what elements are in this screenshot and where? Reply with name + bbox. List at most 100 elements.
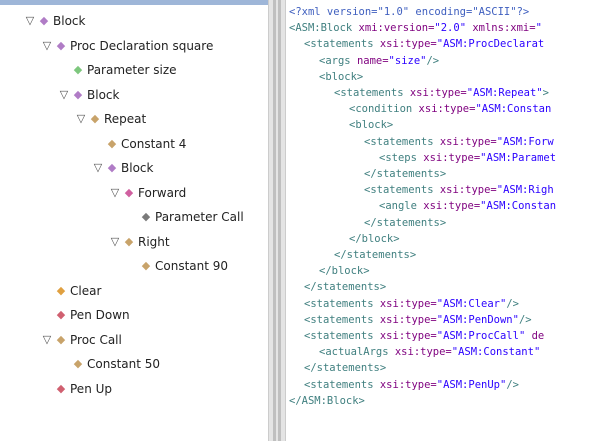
node-diamond-icon: ◆	[124, 185, 134, 199]
xml-token-attr: xsi:type=	[418, 103, 476, 116]
xml-token-val: "ASM:ProcCall"	[436, 330, 526, 342]
expand-toggle-icon[interactable]: ▽	[109, 231, 121, 253]
xml-token-attr: xsi:type=	[379, 297, 437, 310]
tree-node-parameter-size[interactable]: ◆ Parameter size	[0, 59, 268, 81]
tree-node-right[interactable]: ▽ ◆ Right	[0, 231, 268, 253]
xml-line: </statements>	[364, 166, 446, 182]
xml-token-tag: <steps	[379, 151, 424, 164]
xml-line: <angle xsi:type="ASM:Constan	[379, 198, 556, 214]
tree-node-label: Pen Up	[70, 381, 113, 396]
xml-token-val: "ASM:PenUp"	[436, 378, 507, 391]
xml-token-val: "size"	[388, 54, 427, 67]
tree-node-label: Proc Declaration square	[70, 38, 214, 53]
expand-toggle-icon[interactable]: ▽	[41, 329, 53, 351]
tree-node-label: Parameter Call	[155, 210, 244, 224]
tree-node-label: Pen Down	[70, 308, 130, 322]
xml-token-attr: name=	[356, 54, 389, 67]
xml-line: <?xml version="1.0" encoding="ASCII"?>	[289, 4, 529, 20]
xml-line: <actualArgs xsi:type="ASM:Constant"	[319, 344, 540, 360]
tree-node-label: Repeat	[104, 112, 147, 126]
xml-token-tag: <angle	[379, 200, 424, 213]
tree-node-pen-up[interactable]: ◆ Pen Up	[0, 378, 268, 400]
xml-token-tag: </statements>	[304, 281, 387, 294]
xml-line: <statements xsi:type="ASM:Forw	[364, 134, 554, 150]
xml-line: </statements>	[364, 215, 446, 231]
expand-toggle-icon[interactable]: ▽	[24, 10, 36, 32]
xml-token-val: "ASM:Repeat"	[466, 87, 543, 99]
xml-token-tag: <args	[319, 54, 357, 67]
tree-node-block[interactable]: ▽ ◆ Block	[0, 10, 268, 32]
tree-node-pen-down[interactable]: ◆ Pen Down	[0, 304, 268, 326]
xml-token-tag: </statements>	[364, 216, 447, 229]
tree-node-forward[interactable]: ▽ ◆ Forward	[0, 182, 268, 204]
xml-token-tag: <actualArgs	[319, 346, 395, 359]
xml-token-tag: </statements>	[334, 249, 417, 261]
tree-node-repeat[interactable]: ▽ ◆ Repeat	[0, 108, 268, 130]
xml-token-attr: xsi:type=	[379, 313, 437, 326]
xml-token-pi: <?xml version="1.0" encoding="ASCII"?>	[289, 6, 530, 18]
xml-token-tag: <statements	[304, 313, 380, 326]
xml-line: <statements xsi:type="ASM:Repeat">	[334, 85, 549, 101]
tree-node-constant-90[interactable]: ◆ Constant 90	[0, 255, 268, 277]
node-diamond-icon: ◆	[141, 210, 151, 223]
xml-token-attr: de	[525, 330, 545, 342]
xml-token-attr: xsi:type=	[423, 200, 481, 213]
xml-token-attr: xsi:type=	[379, 378, 437, 391]
node-diamond-icon: ◆	[56, 283, 66, 297]
node-diamond-icon: ◆	[56, 381, 66, 395]
xml-line: <steps xsi:type="ASM:Paramet	[379, 150, 556, 166]
xml-token-tag: </statements>	[364, 168, 447, 180]
tree-node-constant-4[interactable]: ◆ Constant 4	[0, 133, 268, 155]
expand-toggle-icon[interactable]: ▽	[41, 35, 53, 57]
xml-token-val: "2.0"	[434, 22, 467, 35]
expand-toggle-icon[interactable]: ▽	[92, 157, 104, 179]
xml-token-tag: <statements	[304, 330, 380, 342]
node-diamond-icon: ◆	[107, 161, 117, 174]
expand-toggle-icon[interactable]: ▽	[75, 108, 87, 130]
tree-node-block[interactable]: ▽ ◆ Block	[0, 84, 268, 106]
xml-token-attr: xsi:type=	[439, 184, 497, 197]
xml-source-pane[interactable]: <?xml version="1.0" encoding="ASCII"?> <A…	[286, 0, 610, 441]
xml-token-tag: </block>	[319, 265, 370, 278]
xml-line: <statements xsi:type="ASM:ProcCall" de	[304, 328, 544, 344]
node-diamond-icon: ◆	[73, 63, 83, 76]
tree-node-label: Forward	[138, 185, 187, 200]
tree-node-proc-call[interactable]: ▽ ◆ Proc Call	[0, 329, 268, 351]
tree-node-clear[interactable]: ◆ Clear	[0, 280, 268, 302]
xml-token-attr: xsi:type=	[379, 330, 437, 342]
xml-token-val: "ASM:Clear"	[436, 297, 507, 310]
xml-token-attr: xmlns:xmi=	[466, 22, 536, 35]
tree-node-label: Clear	[70, 283, 102, 298]
pane-divider[interactable]	[268, 0, 286, 441]
divider-grip	[273, 0, 276, 441]
tree-node-constant-50[interactable]: ◆ Constant 50	[0, 353, 268, 375]
tree-node-proc-declaration-square[interactable]: ▽ ◆ Proc Declaration square	[0, 35, 268, 57]
node-diamond-icon: ◆	[107, 136, 117, 150]
xml-token-tag: </block>	[349, 232, 400, 245]
xml-token-attr: xmi:version=	[358, 22, 435, 35]
node-diamond-icon: ◆	[56, 38, 66, 52]
xml-token-val: "ASM:ProcDeclarat	[436, 38, 545, 51]
tree-node-parameter-call[interactable]: ◆ Parameter Call	[0, 206, 268, 228]
xml-token-tag: </statements>	[304, 362, 387, 375]
xml-line: <statements xsi:type="ASM:ProcDeclarat	[304, 36, 544, 52]
tree-header-bar	[0, 0, 268, 5]
xml-token-attr: xsi:type=	[409, 87, 467, 99]
tree-node-block[interactable]: ▽ ◆ Block	[0, 157, 268, 179]
tree-node-label: Right	[138, 234, 170, 249]
divider-grip	[278, 0, 281, 441]
xml-token-val: "ASM:Righ	[496, 184, 554, 197]
xml-line: <args name="size"/>	[319, 53, 439, 69]
xml-line: <statements xsi:type="ASM:Clear"/>	[304, 296, 519, 312]
tree-node-label: Block	[53, 14, 86, 28]
xml-token-tag: <block>	[319, 70, 364, 83]
tree-outline-pane: ▽ ◆ Block ▽ ◆ Proc Declaration square ◆ Paramet…	[0, 0, 268, 441]
xml-line: </block>	[319, 263, 370, 279]
xml-token-val: "ASM:PenDown"	[436, 313, 519, 326]
xml-line: </block>	[349, 231, 400, 247]
xml-token-val: "ASM:Paramet	[480, 151, 557, 164]
expand-toggle-icon[interactable]: ▽	[109, 182, 121, 204]
expand-toggle-icon[interactable]: ▽	[58, 84, 70, 106]
xml-token-val: "	[535, 22, 542, 35]
tree-node-label: Proc Call	[70, 332, 122, 347]
